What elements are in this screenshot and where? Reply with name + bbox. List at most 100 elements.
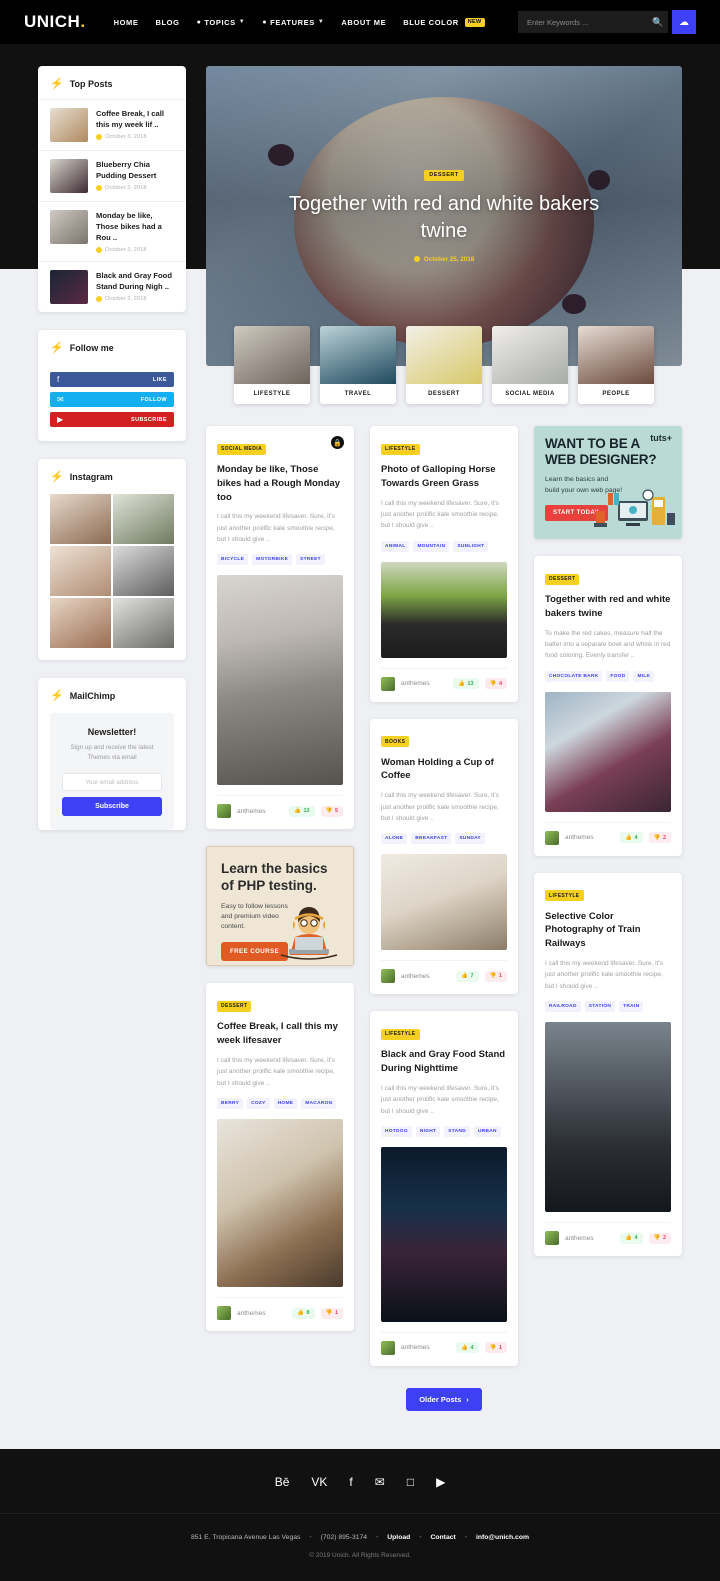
vk-icon[interactable]: VK [311,1475,327,1489]
post-tag[interactable]: STATION [584,1001,616,1013]
site-logo[interactable]: UNICH. [24,12,86,32]
youtube-icon[interactable]: ▶ [436,1475,445,1489]
post-title[interactable]: Together with red and white bakers twine [545,593,671,621]
dislike-button[interactable]: 👎 4 [484,678,507,690]
newsletter-email-input[interactable] [62,773,162,792]
post-category-badge[interactable]: DESSERT [545,573,580,585]
like-button[interactable]: 👍 7 [456,970,479,982]
post-tag[interactable]: BREAKFAST [411,833,452,845]
instagram-photo[interactable] [113,598,174,648]
dislike-button[interactable]: 👎 1 [484,970,507,982]
top-post-item[interactable]: Monday be like, Those bikes had a Rou ..… [38,201,186,261]
like-button[interactable]: 👍 4 [620,1232,643,1244]
like-button[interactable]: 👍 13 [453,678,479,690]
post-image[interactable] [381,561,507,658]
post-tag[interactable]: CHOCOLATE BARK [545,670,603,682]
top-post-item[interactable]: Blueberry Chia Pudding Dessert October 3,… [38,150,186,201]
follow-button-twitter[interactable]: ✉ FOLLOW [50,392,174,407]
post-tag[interactable]: TRAIN [619,1001,644,1013]
footer-email[interactable]: info@unich.com [476,1534,529,1541]
post-tag[interactable]: MACARON [301,1098,337,1110]
post-image[interactable] [381,854,507,951]
dislike-button[interactable]: 👎 1 [484,1342,507,1354]
nav-item-blue-color[interactable]: BLUE COLOR NEW [403,17,485,27]
like-button[interactable]: 👍 8 [292,1307,315,1319]
footer-link-contact[interactable]: Contact [430,1534,455,1541]
post-author[interactable]: anthemes [565,834,594,841]
post-tag[interactable]: STAND [444,1125,470,1137]
post-tag[interactable]: NIGHT [415,1125,441,1137]
instagram-photo[interactable] [50,494,111,544]
category-card-dessert[interactable]: DESSERT [406,326,482,404]
behance-icon[interactable]: Bē [275,1475,290,1489]
post-card[interactable]: LIFESTYLE Photo of Galloping Horse Toward… [370,426,518,702]
post-title[interactable]: Black and Gray Food Stand During Nightti… [381,1048,507,1076]
post-card[interactable]: DESSERT Together with red and white baker… [534,556,682,856]
instagram-photo[interactable] [113,546,174,596]
instagram-photo[interactable] [50,598,111,648]
category-card-lifestyle[interactable]: LIFESTYLE [234,326,310,404]
footer-link-upload[interactable]: Upload [387,1534,410,1541]
post-tag[interactable]: ALONE [381,833,408,845]
like-button[interactable]: 👍 13 [289,805,315,817]
post-category-badge[interactable]: LIFESTYLE [545,890,584,902]
follow-button-facebook[interactable]: f LIKE [50,372,174,387]
post-author[interactable]: anthemes [401,1344,430,1351]
post-author[interactable]: anthemes [401,973,430,980]
nav-item-blog[interactable]: BLOG [155,18,179,27]
lock-icon[interactable]: 🔒 [331,436,344,449]
category-card-social-media[interactable]: SOCIAL MEDIA [492,326,568,404]
post-author[interactable]: anthemes [237,1310,266,1317]
cloud-upload-icon[interactable]: ☁ [672,10,696,34]
post-tag[interactable]: STREET [296,554,325,566]
nav-item-topics[interactable]: ● TOPICS ▼ [197,18,246,27]
twitter-icon[interactable]: ✉ [375,1475,385,1489]
post-category-badge[interactable]: DESSERT [217,1000,252,1012]
ad-banner-tuts[interactable]: tuts+ WANT TO BE A WEB DESIGNER? Learn the… [534,426,682,539]
post-card[interactable]: LIFESTYLE Black and Gray Food Stand Durin… [370,1011,518,1366]
post-category-badge[interactable]: LIFESTYLE [381,443,420,455]
nav-item-about-me[interactable]: ABOUT ME [341,18,386,27]
dislike-button[interactable]: 👎 5 [320,805,343,817]
instagram-icon[interactable]: □ [407,1475,414,1489]
instagram-photo[interactable] [113,494,174,544]
post-tag[interactable]: SUNLIGHT [453,540,489,552]
category-card-travel[interactable]: TRAVEL [320,326,396,404]
post-title[interactable]: Coffee Break, I call this my week lifesa… [217,1020,343,1048]
older-posts-button[interactable]: Older Posts › [406,1387,482,1411]
post-card[interactable]: DESSERT Coffee Break, I call this my week… [206,983,354,1332]
nav-item-home[interactable]: HOME [114,18,139,27]
post-author[interactable]: anthemes [401,680,430,687]
hero-featured-post[interactable]: DESSERT Together with red and white bake… [206,66,682,366]
post-card[interactable]: LIFESTYLE Selective Color Photography of … [534,872,682,1257]
post-tag[interactable]: BERRY [217,1098,244,1110]
post-tag[interactable]: URBAN [473,1125,501,1137]
post-tag[interactable]: FOOD [606,670,630,682]
hero-category-badge[interactable]: DESSERT [424,169,464,181]
dislike-button[interactable]: 👎 1 [320,1307,343,1319]
post-tag[interactable]: MILK [633,670,655,682]
post-title[interactable]: Photo of Galloping Horse Towards Green G… [381,463,507,491]
post-image[interactable] [545,1022,671,1213]
post-tag[interactable]: MOUNTAIN [413,540,450,552]
newsletter-subscribe-button[interactable]: Subscribe [62,797,162,817]
top-post-item[interactable]: Coffee Break, I call this my week lif ..… [38,99,186,150]
follow-button-youtube[interactable]: ▶ SUBSCRIBE [50,412,174,427]
dislike-button[interactable]: 👎 2 [648,832,671,844]
post-author[interactable]: anthemes [237,808,266,815]
post-author[interactable]: anthemes [565,1235,594,1242]
search-input[interactable] [518,11,668,33]
post-tag[interactable]: HOTDOG [381,1125,412,1137]
post-tag[interactable]: BICYCLE [217,554,249,566]
category-card-people[interactable]: PEOPLE [578,326,654,404]
search-icon[interactable]: 🔍 [648,17,668,28]
facebook-icon[interactable]: f [349,1475,352,1489]
post-image[interactable] [217,575,343,786]
post-category-badge[interactable]: SOCIAL MEDIA [217,443,267,455]
post-title[interactable]: Woman Holding a Cup of Coffee [381,756,507,784]
post-title[interactable]: Selective Color Photography of Train Rai… [545,910,671,951]
like-button[interactable]: 👍 4 [620,832,643,844]
post-image[interactable] [381,1146,507,1322]
hero-title[interactable]: Together with red and white bakers twine [279,191,609,245]
ad-banner-php[interactable]: Learn the basics of PHP testing. Easy to … [206,846,354,967]
